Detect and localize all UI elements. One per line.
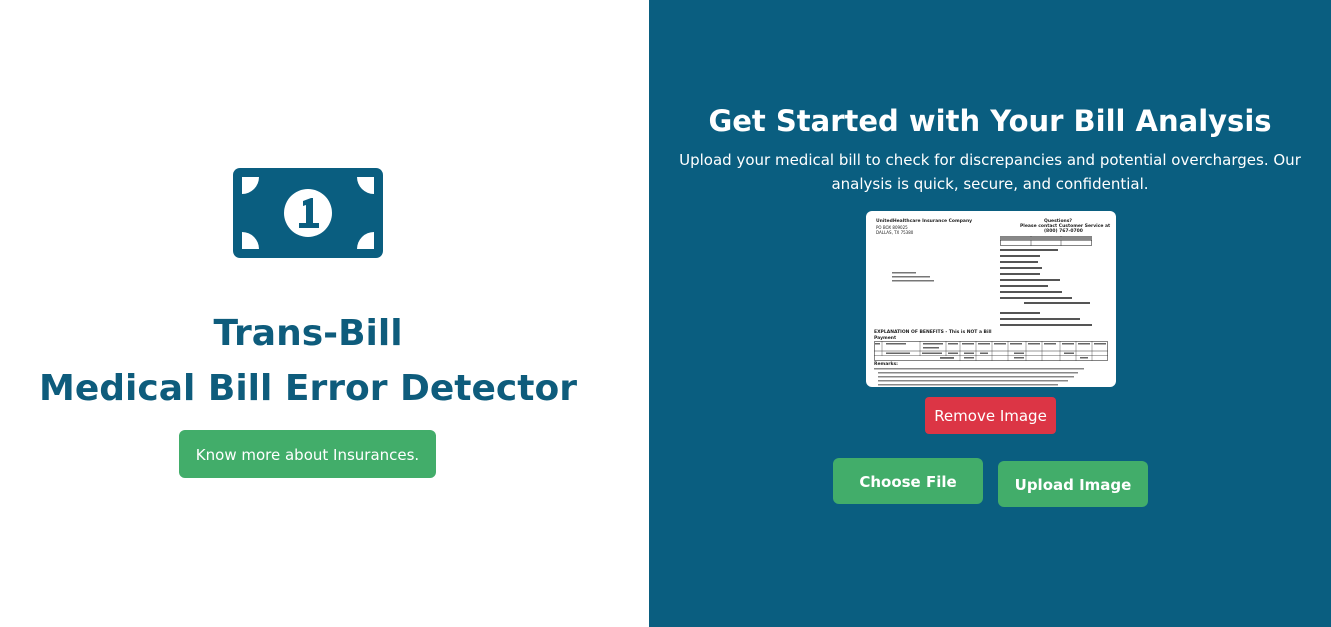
- doc-explanation: EXPLANATION OF BENEFITS - This is NOT a …: [874, 330, 992, 335]
- doc-remarks: Remarks:: [874, 362, 898, 367]
- app-subtitle: Medical Bill Error Detector: [39, 368, 577, 409]
- doc-address2: DALLAS, TX 75380: [876, 230, 914, 235]
- upload-image-button[interactable]: Upload Image: [998, 461, 1148, 507]
- upload-description: Upload your medical bill to check for di…: [679, 151, 1301, 193]
- know-more-insurances-button[interactable]: Know more about Insurances.: [179, 430, 436, 478]
- hero-panel: Trans-Bill Medical Bill Error Detector K…: [0, 0, 649, 627]
- doc-patient-address: [892, 272, 934, 282]
- bill-document: UnitedHealthcare Insurance Company PO BO…: [866, 211, 1116, 387]
- doc-claim-details: [1000, 249, 1092, 326]
- doc-phone: (800) 767-0700: [1044, 229, 1083, 234]
- remove-image-button[interactable]: Remove Image: [925, 397, 1056, 434]
- dollar-bill-one-icon: [233, 168, 383, 258]
- doc-benefits-table: [874, 341, 1108, 361]
- app-title: Trans-Bill: [213, 313, 403, 354]
- upload-panel: Get Started with Your Bill Analysis Uplo…: [649, 0, 1331, 627]
- doc-remarks-text: [874, 368, 1084, 386]
- bill-preview-image: UnitedHealthcare Insurance Company PO BO…: [866, 211, 1116, 387]
- doc-check-table: [1000, 236, 1092, 246]
- doc-company: UnitedHealthcare Insurance Company: [876, 219, 973, 224]
- page: Trans-Bill Medical Bill Error Detector K…: [0, 0, 1331, 627]
- choose-file-button[interactable]: Choose File: [833, 458, 983, 504]
- upload-heading: Get Started with Your Bill Analysis: [708, 104, 1272, 138]
